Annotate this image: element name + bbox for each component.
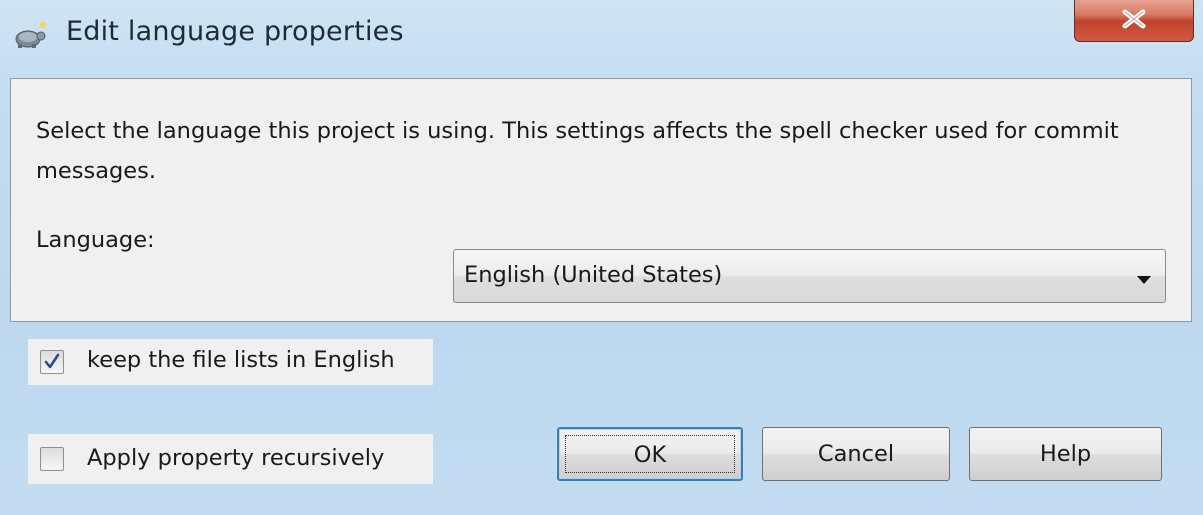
ok-button[interactable]: OK [557,427,743,481]
help-button[interactable]: Help [969,427,1162,481]
focus-rectangle [565,435,735,473]
cancel-button-label: Cancel [817,441,895,467]
title-bar[interactable]: Edit language properties [0,0,1203,78]
language-dropdown[interactable]: English (United States) [453,249,1166,303]
cancel-button[interactable]: Cancel [762,427,950,481]
description-text: Select the language this project is usin… [36,118,1119,184]
close-icon [1122,9,1146,29]
window-title: Edit language properties [66,16,404,47]
keep-english-option[interactable]: keep the file lists in English [28,339,433,385]
checkmark-icon [44,353,60,369]
chevron-down-icon [1137,270,1151,289]
keep-english-checkbox[interactable] [40,350,64,374]
apply-recursively-option[interactable]: Apply property recursively [28,434,433,484]
language-panel: Select the language this project is usin… [10,78,1192,322]
keep-english-label: keep the file lists in English [87,347,395,373]
language-label: Language: [36,227,155,253]
apply-recursively-label: Apply property recursively [87,445,385,471]
apply-recursively-checkbox[interactable] [40,447,64,471]
help-button-label: Help [1039,441,1092,467]
tortoise-icon [12,20,48,50]
language-selected-value: English (United States) [464,262,723,288]
close-button[interactable] [1074,0,1194,42]
dialog-window: Edit language properties Select the lang… [0,0,1203,515]
